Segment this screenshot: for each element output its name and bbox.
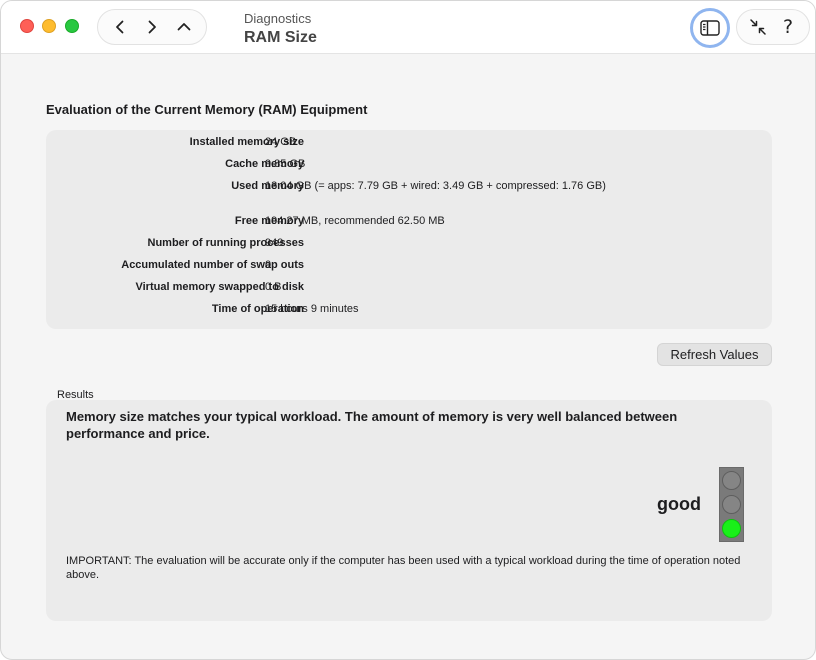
chevron-up-icon [177, 23, 191, 31]
info-row-swapped-to-disk: Virtual memory swapped to disk 0 B [46, 279, 772, 295]
info-row-free: Free memory 194.27 MB, recommended 62.50… [46, 213, 772, 229]
section-heading: Evaluation of the Current Memory (RAM) E… [46, 102, 368, 117]
up-button[interactable] [170, 13, 198, 41]
info-value: 15 hours 9 minutes [265, 303, 359, 315]
titlebar: Diagnostics RAM Size ? [1, 1, 815, 54]
forward-button[interactable] [138, 13, 166, 41]
app-window: Diagnostics RAM Size ? Evaluation of the… [0, 0, 816, 660]
info-value: 24 GB [265, 136, 297, 148]
info-value: 194.27 MB, recommended 62.50 MB [265, 215, 445, 227]
collapse-arrows-icon [750, 19, 766, 35]
important-note: IMPORTANT: The evaluation will be accura… [66, 555, 741, 581]
title-block: Diagnostics RAM Size [244, 11, 317, 48]
sidebar-icon [700, 20, 720, 36]
close-window-button[interactable] [20, 19, 34, 33]
info-row-swap-outs: Accumulated number of swap outs 0 [46, 257, 772, 273]
traffic-light-indicator [719, 467, 744, 542]
info-row-processes: Number of running processes 949 [46, 235, 772, 251]
back-button[interactable] [106, 13, 134, 41]
info-row-cache: Cache memory 9.85 GB [46, 156, 772, 172]
info-row-uptime: Time of operation 15 hours 9 minutes [46, 301, 772, 317]
results-panel: Memory size matches your typical workloa… [46, 400, 772, 621]
memory-info-panel: Installed memory size 24 GB Cache memory… [46, 130, 772, 329]
chevron-right-icon [148, 20, 156, 34]
help-button[interactable]: ? [774, 13, 802, 41]
question-mark-icon: ? [782, 16, 794, 38]
info-row-used: Used memory 13.04 GB (= apps: 7.79 GB + … [46, 178, 772, 194]
info-value: 0 [265, 259, 272, 271]
window-actions-group: ? [736, 9, 810, 45]
info-label: Accumulated number of swap outs [121, 259, 304, 271]
info-value: 949 [265, 237, 284, 249]
chevron-left-icon [116, 20, 124, 34]
collapse-button[interactable] [744, 13, 772, 41]
red-lamp-off [722, 471, 741, 490]
info-row-installed: Installed memory size 24 GB [46, 134, 772, 150]
rating-label: good [657, 494, 701, 514]
results-message: Memory size matches your typical workloa… [66, 409, 678, 441]
yellow-lamp-off [722, 495, 741, 514]
info-value: 13.04 GB (= apps: 7.79 GB + wired: 3.49 … [265, 180, 606, 192]
green-lamp-on [722, 519, 741, 538]
info-value: 0 B [265, 281, 282, 293]
info-value: 9.85 GB [265, 158, 306, 170]
window-title: RAM Size [244, 29, 317, 46]
sidebar-toggle-button[interactable] [690, 8, 730, 48]
refresh-values-button[interactable]: Refresh Values [657, 343, 772, 366]
navigation-group [97, 9, 207, 45]
zoom-window-button[interactable] [65, 19, 79, 33]
minimize-window-button[interactable] [42, 19, 56, 33]
window-subtitle: Diagnostics [244, 11, 312, 26]
